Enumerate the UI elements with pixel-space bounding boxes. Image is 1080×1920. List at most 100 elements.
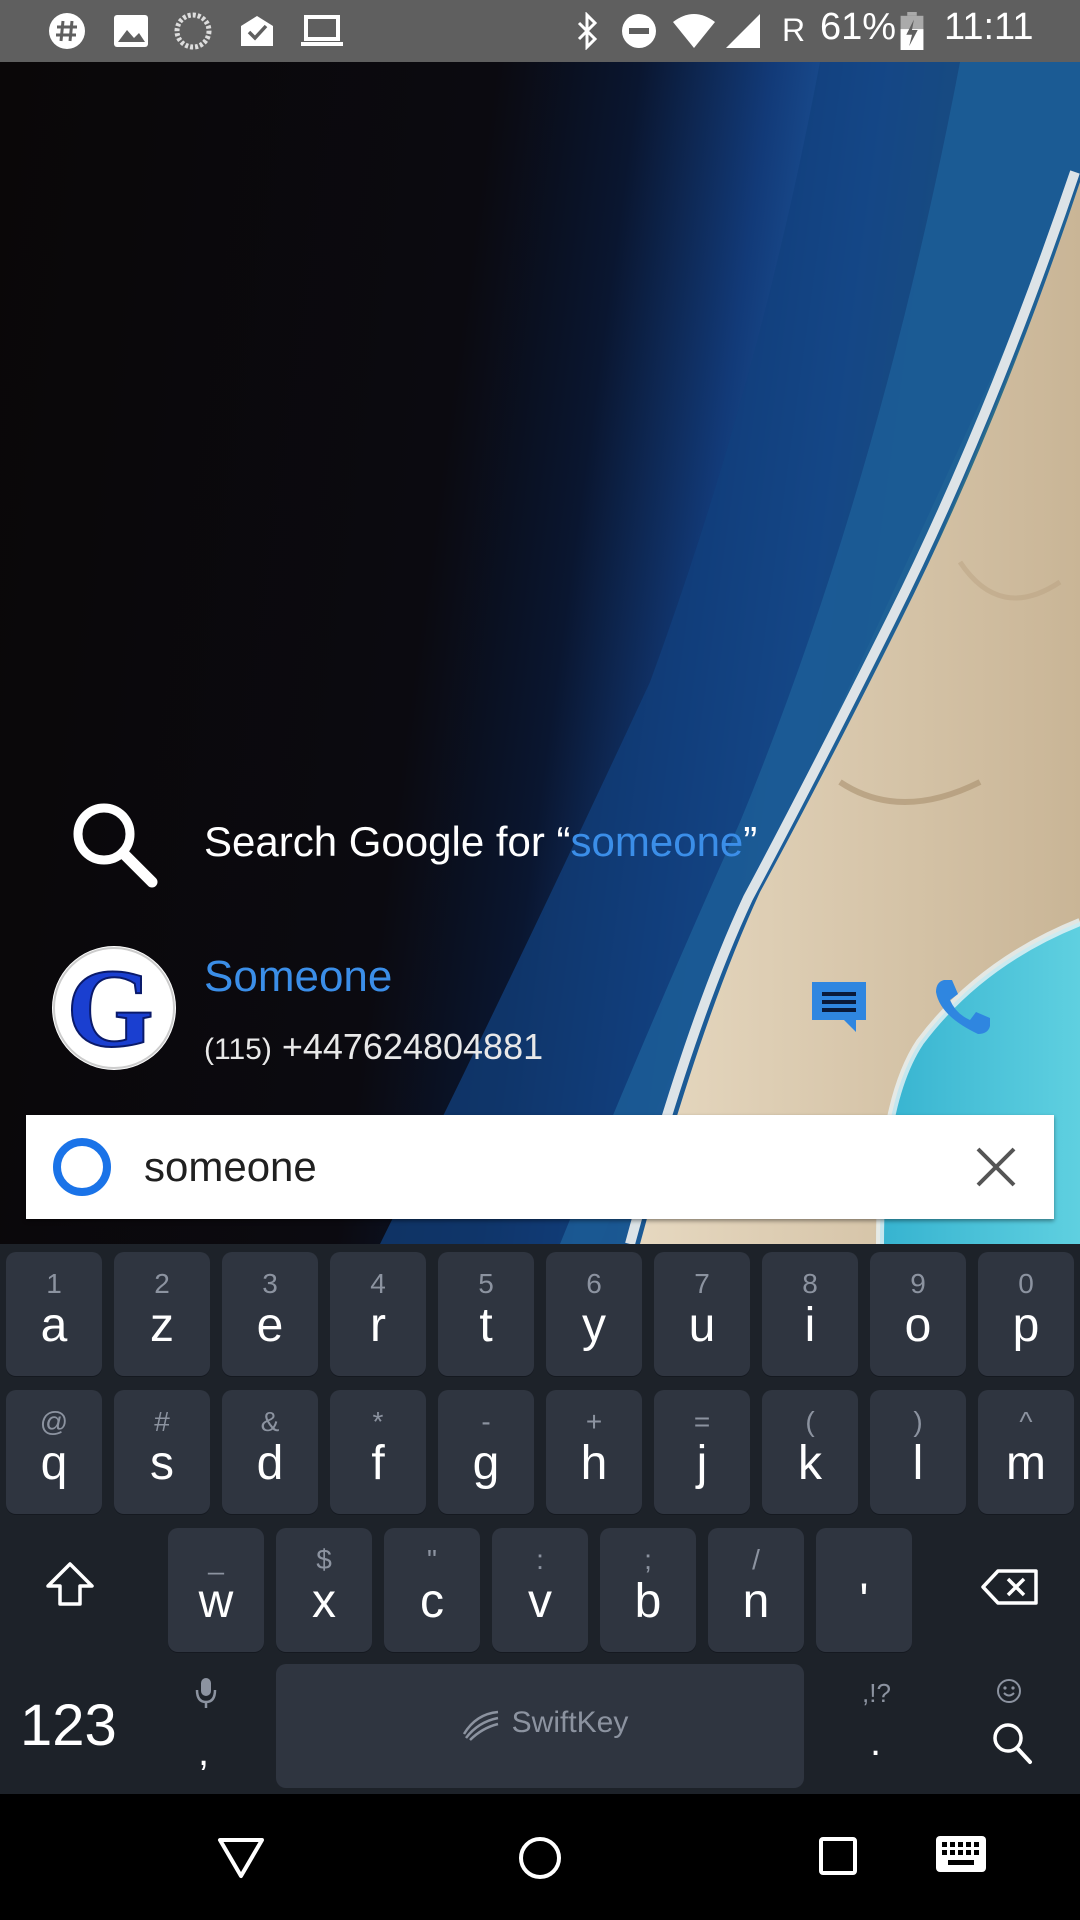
punctuation-hint: ,!? [862, 1678, 891, 1708]
do-not-disturb-icon [622, 14, 656, 48]
key-label: y [582, 1299, 606, 1352]
period-key[interactable]: . [870, 1720, 881, 1765]
image-icon [114, 15, 148, 47]
key-r[interactable]: 4r [330, 1252, 426, 1376]
key-label: o [904, 1299, 932, 1352]
avatar-letter: G [66, 947, 153, 1070]
key-y[interactable]: 6y [546, 1252, 642, 1376]
message-icon[interactable] [808, 978, 870, 1036]
key-g[interactable]: -g [438, 1390, 534, 1514]
backspace-icon[interactable] [980, 1568, 1040, 1606]
key-label: g [472, 1437, 500, 1490]
key-secondary-label: 6 [586, 1268, 602, 1299]
assistant-circle-icon[interactable] [52, 1137, 112, 1197]
battery-percent: 61% [820, 6, 897, 48]
key-m[interactable]: ^ m [978, 1390, 1074, 1514]
key-n[interactable]: / n [708, 1528, 804, 1652]
key-label: j [696, 1437, 708, 1490]
key-o[interactable]: 9o [870, 1252, 966, 1376]
key-s[interactable]: # s [114, 1390, 210, 1514]
key-l[interactable]: ) l [870, 1390, 966, 1514]
key-label: t [479, 1299, 493, 1352]
phone-label: (115) [204, 1033, 272, 1066]
back-icon[interactable] [216, 1836, 266, 1880]
key-secondary-label: / [752, 1544, 760, 1575]
home-icon[interactable] [516, 1834, 564, 1882]
key-label: d [256, 1437, 284, 1490]
key-apostrophe[interactable]: ' [816, 1528, 912, 1652]
key-label: ' [859, 1575, 869, 1628]
key-t[interactable]: 5t [438, 1252, 534, 1376]
key-j[interactable]: = j [654, 1390, 750, 1514]
wifi-icon [673, 14, 715, 48]
key-x[interactable]: $ x [276, 1528, 372, 1652]
microphone-icon [195, 1678, 217, 1708]
key-q[interactable]: @ q [6, 1390, 102, 1514]
clock: 11:11 [944, 6, 1034, 48]
suggestion-query: someone [570, 818, 744, 865]
key-secondary-label: 8 [802, 1268, 818, 1299]
key-label: v [528, 1575, 552, 1628]
key-secondary-label: 5 [478, 1268, 494, 1299]
key-label: l [912, 1437, 924, 1490]
key-label: p [1012, 1299, 1040, 1352]
key-secondary-label: + [585, 1406, 603, 1437]
key-secondary-label: ) [913, 1406, 923, 1437]
navigation-bar [0, 1794, 1080, 1920]
key-h[interactable]: + h [546, 1390, 642, 1514]
key-label: e [256, 1299, 284, 1352]
key-secondary-label: " [427, 1544, 437, 1575]
key-secondary-label: ( [805, 1406, 815, 1437]
key-k[interactable]: (k [762, 1390, 858, 1514]
status-bar: R 61% 11:11 [0, 0, 1080, 62]
key-a[interactable]: 1a [6, 1252, 102, 1376]
laptop-icon [301, 15, 343, 46]
contact-phone: (115) +447624804881 [204, 1026, 543, 1068]
keyboard-switch-icon[interactable] [934, 1834, 988, 1874]
key-w[interactable]: _ w [168, 1528, 264, 1652]
search-icon [73, 803, 158, 888]
key-secondary-label: 0 [1018, 1268, 1034, 1299]
clear-icon[interactable] [974, 1145, 1018, 1189]
google-g-logo: G [53, 946, 175, 1070]
call-icon[interactable] [932, 976, 994, 1038]
bluetooth-icon [577, 12, 598, 50]
key-c[interactable]: " c [384, 1528, 480, 1652]
comma-key[interactable]: , [198, 1730, 209, 1775]
contact-avatar[interactable]: G [52, 946, 176, 1070]
battery-icon [900, 12, 924, 50]
key-label: f [371, 1437, 385, 1490]
key-label: s [150, 1437, 174, 1490]
key-f[interactable]: * f [330, 1390, 426, 1514]
recents-icon[interactable] [818, 1836, 858, 1876]
emoji-icon [997, 1679, 1021, 1703]
key-e[interactable]: 3e [222, 1252, 318, 1376]
key-label: n [742, 1575, 770, 1628]
key-u[interactable]: 7u [654, 1252, 750, 1376]
key-p[interactable]: 0p [978, 1252, 1074, 1376]
suggestion-prefix: Search Google for “ [204, 818, 571, 865]
key-secondary-label: $ [316, 1544, 332, 1575]
slack-icon [49, 13, 85, 49]
numbers-key[interactable]: 123 [20, 1692, 117, 1759]
key-secondary-label: - [481, 1406, 491, 1437]
space-bar-label: SwiftKey [511, 1706, 629, 1739]
key-secondary-label: ^ [1019, 1406, 1033, 1437]
key-label: h [580, 1437, 608, 1490]
shift-icon[interactable] [44, 1560, 96, 1608]
key-label: a [40, 1299, 68, 1352]
key-secondary-label: = [693, 1406, 711, 1437]
key-secondary-label: 4 [370, 1268, 386, 1299]
search-input[interactable] [144, 1139, 944, 1195]
key-d[interactable]: & d [222, 1390, 318, 1514]
keyboard-search-icon[interactable] [990, 1720, 1034, 1766]
key-i[interactable]: 8i [762, 1252, 858, 1376]
key-secondary-label: & [260, 1406, 280, 1437]
key-z[interactable]: 2z [114, 1252, 210, 1376]
key-b[interactable]: ; b [600, 1528, 696, 1652]
space-bar[interactable]: SwiftKey [276, 1664, 804, 1788]
key-v[interactable]: :v [492, 1528, 588, 1652]
key-label: z [150, 1299, 174, 1352]
key-label: i [804, 1299, 816, 1352]
contact-name[interactable]: Someone [204, 952, 392, 1002]
